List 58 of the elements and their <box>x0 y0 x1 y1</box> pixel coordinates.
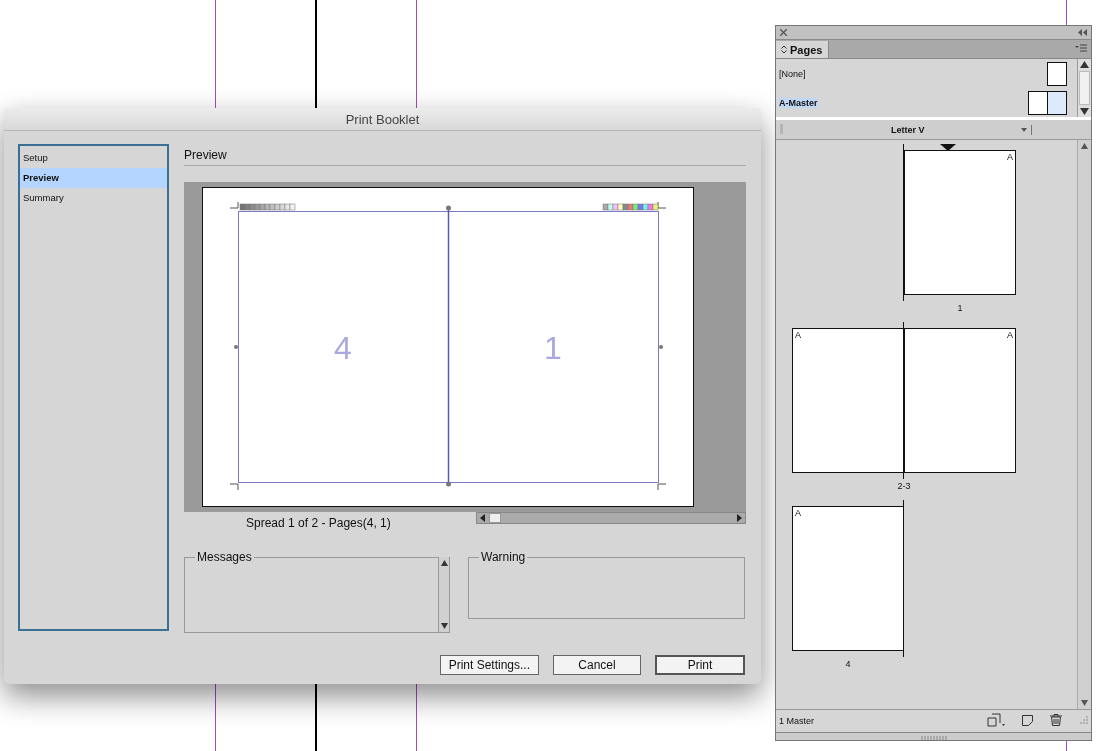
vertical-scrollbar[interactable] <box>438 557 449 632</box>
section-title: Preview <box>184 144 746 166</box>
master-item[interactable]: A-Master <box>779 90 1067 115</box>
master-item[interactable]: [None] <box>779 61 1067 86</box>
messages-label: Messages <box>196 550 253 564</box>
trash-icon[interactable] <box>1050 714 1062 728</box>
horizontal-scrollbar[interactable] <box>476 512 746 524</box>
resize-grip-icon[interactable] <box>1079 715 1088 727</box>
scroll-down-icon[interactable] <box>1080 108 1089 115</box>
registration-mark-icon <box>445 481 451 487</box>
caret-icon <box>1021 127 1027 132</box>
pages-icon[interactable] <box>987 713 1005 729</box>
master-prefix: A <box>795 330 801 340</box>
page-label: 1 <box>956 303 964 313</box>
page-number: 4 <box>333 330 352 366</box>
page-number: 1 <box>543 330 562 366</box>
master-thumbnail <box>1047 61 1067 86</box>
registration-mark-icon <box>658 345 663 349</box>
spread-caption: Spread 1 of 2 - Pages(4, 1) <box>246 516 392 530</box>
dialog-button[interactable]: Print <box>655 655 745 675</box>
nav-item[interactable]: Preview <box>20 168 167 188</box>
new-page-icon[interactable] <box>1022 714 1033 728</box>
master-label: [None] <box>779 68 806 79</box>
pages-tab[interactable]: Pages <box>776 41 830 58</box>
grayscale-bar-icon <box>239 203 295 211</box>
page-label: 4 <box>844 659 852 669</box>
vertical-scrollbar[interactable] <box>1077 140 1091 709</box>
master-prefix: A <box>795 508 801 518</box>
window-title: Print Booklet <box>345 111 420 127</box>
nav-item[interactable]: Setup <box>20 148 167 168</box>
scroll-down-icon[interactable] <box>1081 700 1088 706</box>
collapse-icon[interactable] <box>1078 27 1087 38</box>
registration-mark-icon <box>233 345 238 349</box>
master-label: A-Master <box>779 97 818 108</box>
status-text: 1 Master <box>779 716 814 726</box>
scroll-up-icon[interactable] <box>440 560 448 566</box>
scroll-down-icon[interactable] <box>440 623 448 629</box>
color-bar-icon <box>602 203 658 211</box>
sort-arrows-icon <box>781 45 787 54</box>
page-thumbnail[interactable]: A <box>792 328 904 473</box>
page-thumbnail[interactable]: A <box>792 506 904 651</box>
page-label: 2-3 <box>897 481 911 491</box>
scroll-thumb[interactable] <box>1079 71 1090 105</box>
vertical-scrollbar[interactable] <box>1077 59 1091 117</box>
master-thumbnail <box>1028 90 1067 115</box>
master-prefix: A <box>1007 330 1013 340</box>
warning-label: Warning <box>480 550 527 564</box>
nav-item[interactable]: Summary <box>20 188 167 208</box>
scroll-thumb[interactable] <box>489 513 501 523</box>
scroll-up-icon[interactable] <box>1080 61 1089 68</box>
close-icon[interactable] <box>780 27 787 38</box>
page-thumbnail[interactable]: A <box>904 150 1016 295</box>
dialog-button[interactable]: Print Settings... <box>439 655 539 675</box>
registration-mark-icon <box>445 205 451 211</box>
scroll-up-icon[interactable] <box>1081 143 1088 149</box>
dialog-button[interactable]: Cancel <box>553 655 641 675</box>
master-prefix: A <box>1007 152 1013 162</box>
page-thumbnail[interactable]: A <box>904 328 1016 473</box>
